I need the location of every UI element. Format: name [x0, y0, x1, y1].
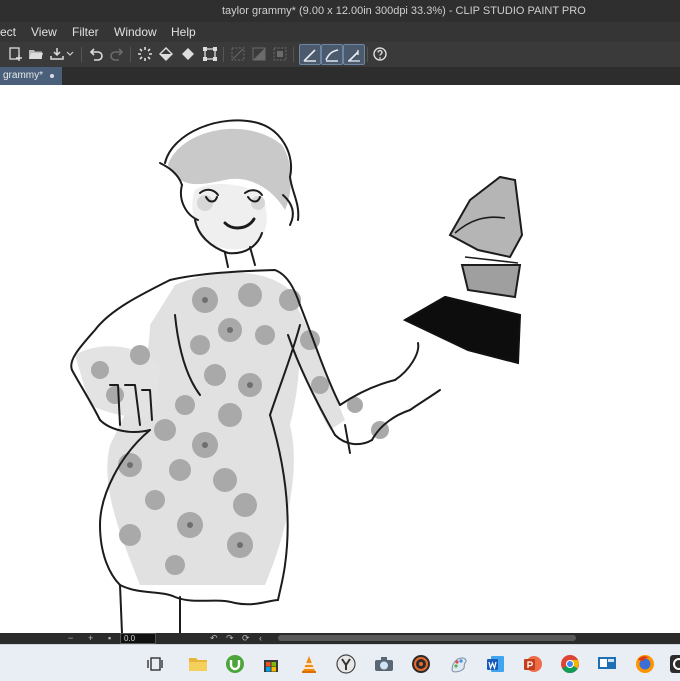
rotate-left-icon[interactable]: ↶: [210, 633, 218, 644]
file-explorer-icon[interactable]: [185, 651, 211, 677]
utorrent-icon[interactable]: [222, 651, 248, 677]
toolbar-divider: [223, 47, 224, 62]
word-icon[interactable]: [483, 651, 509, 677]
store-icon[interactable]: [258, 651, 284, 677]
open-folder-icon[interactable]: [27, 45, 45, 63]
media-player-icon[interactable]: [408, 651, 434, 677]
snap-to-grid-icon[interactable]: [343, 44, 365, 65]
toolbar-divider: [293, 47, 294, 62]
new-canvas-icon[interactable]: [7, 45, 25, 63]
toolbar-divider: [130, 47, 131, 62]
sketch-illustration: [70, 119, 524, 633]
paint-icon[interactable]: [446, 651, 472, 677]
camera-icon[interactable]: [371, 651, 397, 677]
zoom-menu-icon[interactable]: ▪: [108, 633, 111, 643]
zoom-out-icon[interactable]: −: [68, 633, 73, 643]
zoom-field[interactable]: 0.0: [120, 633, 156, 644]
menu-bar: ect View Filter Window Help: [0, 22, 680, 42]
transform-icon[interactable]: [201, 45, 219, 63]
menu-filter[interactable]: Filter: [72, 25, 99, 39]
windows-taskbar: [0, 644, 680, 681]
redo-icon[interactable]: [108, 45, 126, 63]
help-icon[interactable]: [371, 45, 389, 63]
zoom-in-icon[interactable]: +: [88, 633, 93, 643]
rotate-right-icon[interactable]: ↷: [226, 633, 234, 644]
reset-rotation-icon[interactable]: ⟳: [242, 633, 250, 644]
loading-icon[interactable]: [136, 45, 154, 63]
save-icon[interactable]: [48, 45, 66, 63]
chrome-icon[interactable]: [557, 651, 583, 677]
powerpoint-icon[interactable]: [520, 651, 546, 677]
undo-icon[interactable]: [87, 45, 105, 63]
close-tab-icon[interactable]: [50, 74, 54, 78]
yandex-icon[interactable]: [333, 651, 359, 677]
menu-select[interactable]: ect: [0, 25, 16, 39]
window-title: taylor grammy* (9.00 x 12.00in 300dpi 33…: [222, 5, 586, 17]
clip-studio-icon[interactable]: [666, 651, 680, 677]
grammy-trophy-sketch: [402, 175, 524, 365]
menu-view[interactable]: View: [31, 25, 57, 39]
canvas-tab-bar: grammy*: [0, 67, 680, 85]
tab-label: grammy*: [3, 70, 44, 81]
toolbar-divider: [367, 47, 368, 62]
snap-to-special-ruler-icon[interactable]: [321, 44, 343, 65]
toolbar-divider: [81, 47, 82, 62]
task-view-icon[interactable]: [142, 651, 168, 677]
title-bar: taylor grammy* (9.00 x 12.00in 300dpi 33…: [0, 0, 680, 22]
status-bar: − + ▪ 0.0 ↶ ↷ ⟳ ‹: [0, 633, 680, 644]
fill-icon[interactable]: [157, 45, 175, 63]
invert-selection-icon[interactable]: [250, 45, 268, 63]
tab-taylor-grammy[interactable]: grammy*: [0, 67, 62, 85]
drawing-canvas[interactable]: [0, 85, 680, 633]
menu-help[interactable]: Help: [171, 25, 196, 39]
command-bar: [0, 42, 680, 68]
save-dropdown-icon[interactable]: [65, 45, 75, 63]
fill-canvas-icon[interactable]: [179, 45, 197, 63]
vlc-icon[interactable]: [296, 651, 322, 677]
show-selection-icon[interactable]: [271, 45, 289, 63]
snap-to-ruler-icon[interactable]: [299, 44, 321, 65]
firefox-icon[interactable]: [632, 651, 658, 677]
horizontal-scrollbar[interactable]: [278, 635, 576, 641]
menu-window[interactable]: Window: [114, 25, 157, 39]
remote-desktop-icon[interactable]: [594, 651, 620, 677]
clear-selection-icon[interactable]: [229, 45, 247, 63]
flip-horizontal-icon[interactable]: ‹: [259, 633, 262, 643]
